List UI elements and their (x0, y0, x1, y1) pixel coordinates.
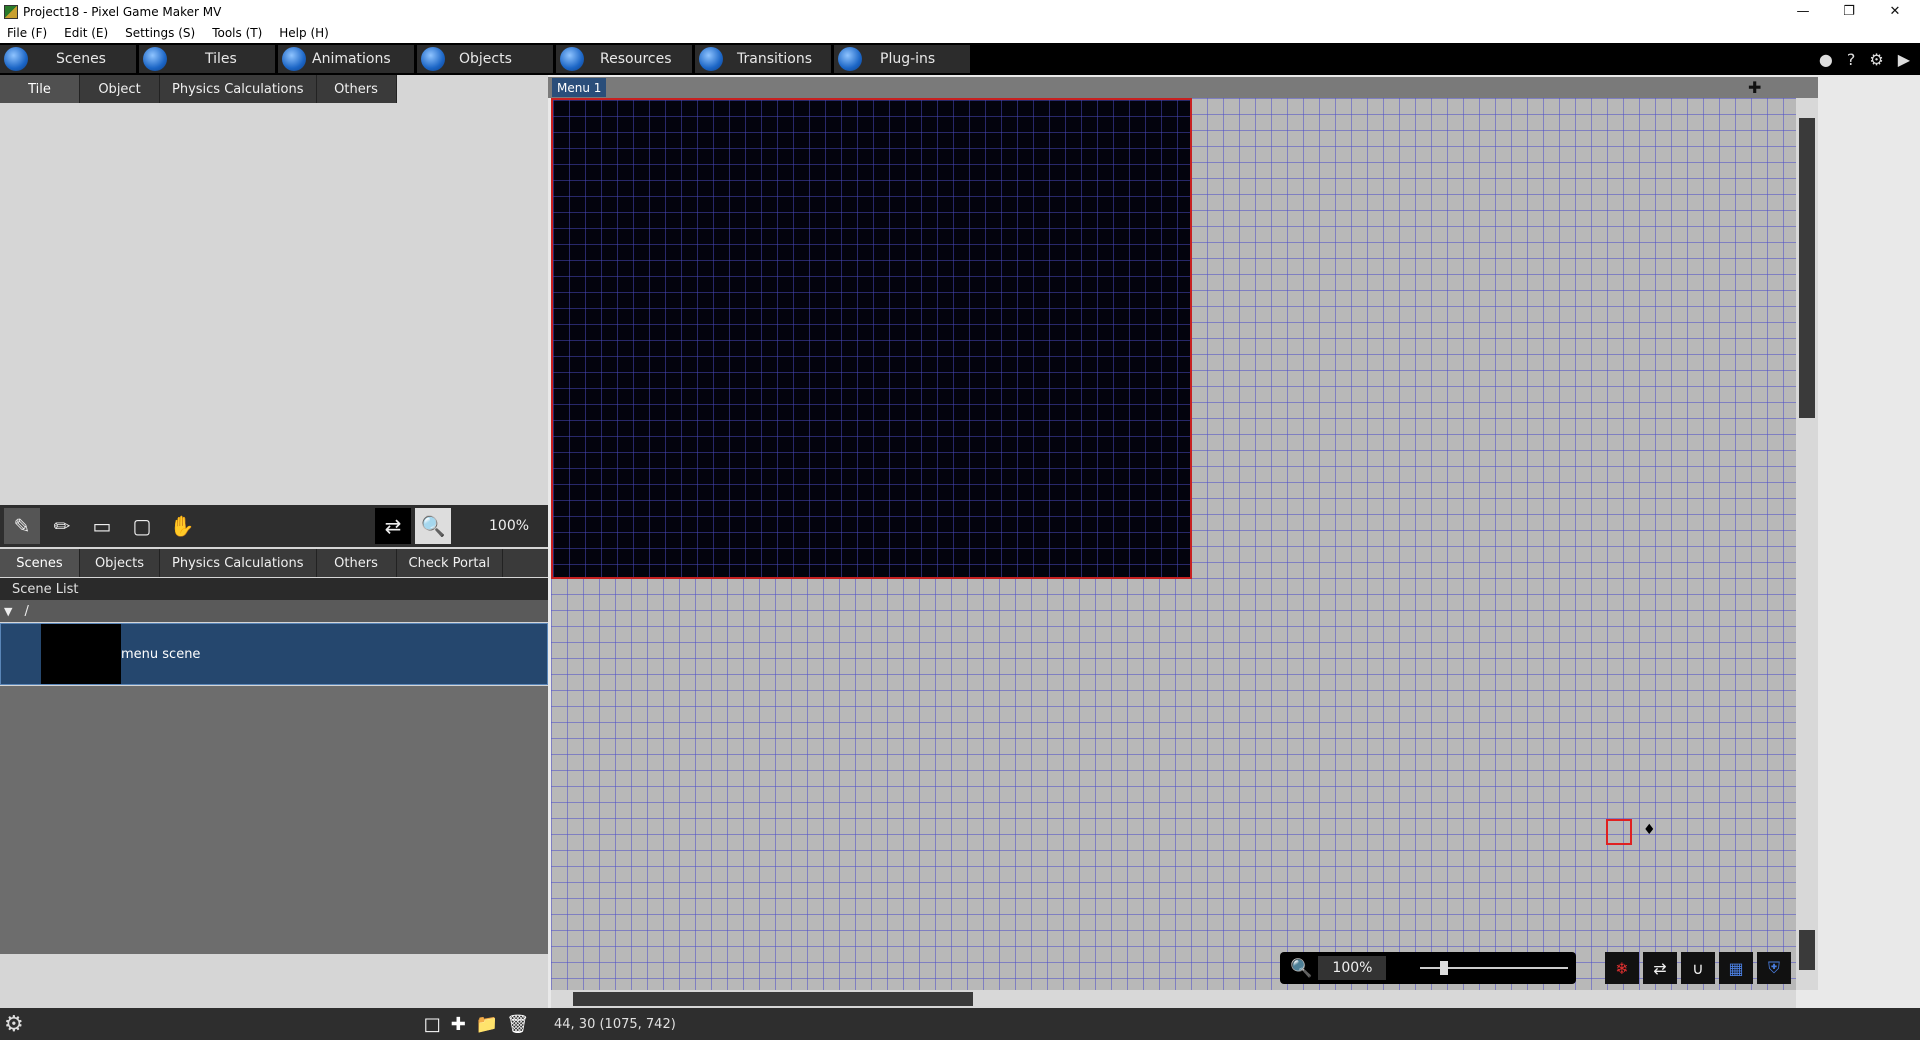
menu-bar: File (F) Edit (E) Settings (S) Tools (T)… (0, 23, 1920, 43)
menu-edit[interactable]: Edit (E) (61, 26, 108, 40)
new-scene-icon[interactable]: □ (424, 1014, 441, 1035)
view-toggle-icon[interactable]: ⇄ (375, 508, 411, 544)
right-margin (1818, 75, 1920, 1008)
add-canvas-icon[interactable]: ✚ (1748, 78, 1761, 97)
animations-icon (282, 47, 306, 71)
status-bar: 44, 30 (1075, 742) (548, 1008, 1920, 1040)
settings-gear-icon[interactable]: ⚙ (4, 1012, 24, 1037)
tab-objects[interactable]: Objects (417, 45, 553, 73)
magnet-icon[interactable]: ∪ (1681, 952, 1715, 984)
zoom-slider[interactable] (1420, 961, 1568, 975)
tab-others[interactable]: Others (317, 75, 397, 103)
tab-menu-1[interactable]: Menu 1 (552, 78, 607, 97)
tab-check-portal[interactable]: Check Portal (397, 549, 503, 577)
tile-cursor (1606, 819, 1632, 845)
tab-scenes[interactable]: Scenes (0, 45, 136, 73)
hand-icon[interactable]: ✋ (164, 508, 200, 544)
select-rect-icon[interactable]: ▢ (124, 508, 160, 544)
plugins-icon (838, 47, 862, 71)
menu-help[interactable]: Help (H) (276, 26, 329, 40)
new-folder-icon[interactable]: 📁 (476, 1014, 498, 1035)
eraser-icon[interactable]: ▭ (84, 508, 120, 544)
vertical-scrollbar[interactable] (1796, 98, 1818, 990)
add-scene-icon[interactable]: ✚ (451, 1014, 466, 1035)
status-coordinates: 44, 30 (1075, 742) (554, 1016, 676, 1032)
play-icon[interactable]: ▶ (1898, 50, 1910, 69)
horizontal-scroll-thumb[interactable] (573, 992, 973, 1006)
vertical-scroll-thumb[interactable] (1799, 118, 1815, 418)
paint-icon[interactable]: ❄ (1605, 952, 1639, 984)
status-circle-icon[interactable]: ● (1819, 50, 1833, 69)
scene-bounds[interactable] (551, 98, 1192, 579)
app-icon (4, 4, 18, 19)
pen-icon[interactable]: ✎ (4, 508, 40, 544)
resources-icon (560, 47, 584, 71)
help-icon[interactable]: ? (1847, 50, 1856, 69)
tab-object[interactable]: Object (80, 75, 160, 103)
scenes-icon (4, 47, 28, 71)
scene-list-header: Scene List (0, 578, 548, 600)
tab-plugins[interactable]: Plug-ins (834, 45, 970, 73)
trash-icon[interactable]: 🗑 (506, 1014, 529, 1035)
folder-row[interactable]: ▼ / (0, 600, 548, 622)
title-bar: Project18 - Pixel Game Maker MV — ❐ ✕ (0, 0, 1920, 23)
menu-tools[interactable]: Tools (T) (209, 26, 262, 40)
tab-resources[interactable]: Resources (556, 45, 692, 73)
left-bottom-bar: ⚙ □ ✚ 📁 🗑 (0, 1008, 548, 1040)
close-button[interactable]: ✕ (1872, 0, 1918, 23)
top-right-controls: ● ? ⚙ ▶ (1819, 43, 1910, 75)
menu-settings[interactable]: Settings (S) (122, 26, 195, 40)
list-tabs: Scenes Objects Physics Calculations Othe… (0, 549, 548, 577)
grid-icon[interactable]: ▦ (1719, 952, 1753, 984)
zoom-slider-knob[interactable] (1440, 961, 1448, 975)
palette-tabs: Tile Object Physics Calculations Others (0, 75, 397, 103)
horizontal-scrollbar[interactable] (551, 990, 1796, 1008)
view-switch-icon[interactable]: ⇄ (1643, 952, 1677, 984)
pencil-icon[interactable]: ✏ (44, 508, 80, 544)
zoom-icon[interactable]: 🔍 (1290, 958, 1312, 979)
scene-thumbnail (41, 624, 121, 684)
tab-physics-calculations[interactable]: Physics Calculations (160, 75, 317, 103)
canvas-tab-strip (548, 77, 1818, 98)
tiles-icon (143, 47, 167, 71)
scene-item-label: menu scene (121, 646, 201, 662)
magnifier-icon[interactable]: 🔍 (415, 508, 451, 544)
objects-icon (421, 47, 445, 71)
tool-row: ✎ ✏ ▭ ▢ ✋ ⇄ 🔍 100% (0, 505, 548, 547)
gear-icon[interactable]: ⚙ (1869, 50, 1883, 69)
shield-icon[interactable]: ⛨ (1757, 952, 1791, 984)
minimize-button[interactable]: — (1780, 0, 1826, 23)
canvas-zoom-control: 🔍 100% (1280, 952, 1576, 984)
vertical-scroll-thumb-secondary[interactable] (1799, 930, 1815, 970)
tab-scenes-list[interactable]: Scenes (0, 549, 80, 577)
menu-file[interactable]: File (F) (4, 26, 47, 40)
main-tab-bar: Scenes Tiles Animations Objects Resource… (0, 43, 1920, 75)
folder-label: / (24, 603, 29, 619)
scene-list-empty-area (0, 686, 548, 954)
transitions-icon (699, 47, 723, 71)
scene-list-item[interactable]: menu scene (0, 623, 548, 685)
tab-tiles[interactable]: Tiles (139, 45, 275, 73)
tab-physics-list[interactable]: Physics Calculations (160, 549, 317, 577)
fill-bucket-icon: ♦ (1643, 822, 1656, 838)
expand-triangle-icon[interactable]: ▼ (4, 605, 12, 618)
canvas-toolbar: ❄ ⇄ ∪ ▦ ⛨ (1605, 952, 1791, 984)
tab-others-list[interactable]: Others (317, 549, 397, 577)
tab-transitions[interactable]: Transitions (695, 45, 831, 73)
tab-animations[interactable]: Animations (278, 45, 414, 73)
window-title: Project18 - Pixel Game Maker MV (23, 4, 222, 19)
tool-zoom-value[interactable]: 100% (489, 518, 529, 534)
restore-button[interactable]: ❐ (1826, 0, 1872, 23)
tab-objects-list[interactable]: Objects (80, 549, 160, 577)
canvas-zoom-value[interactable]: 100% (1318, 956, 1387, 980)
tab-tile[interactable]: Tile (0, 75, 80, 103)
